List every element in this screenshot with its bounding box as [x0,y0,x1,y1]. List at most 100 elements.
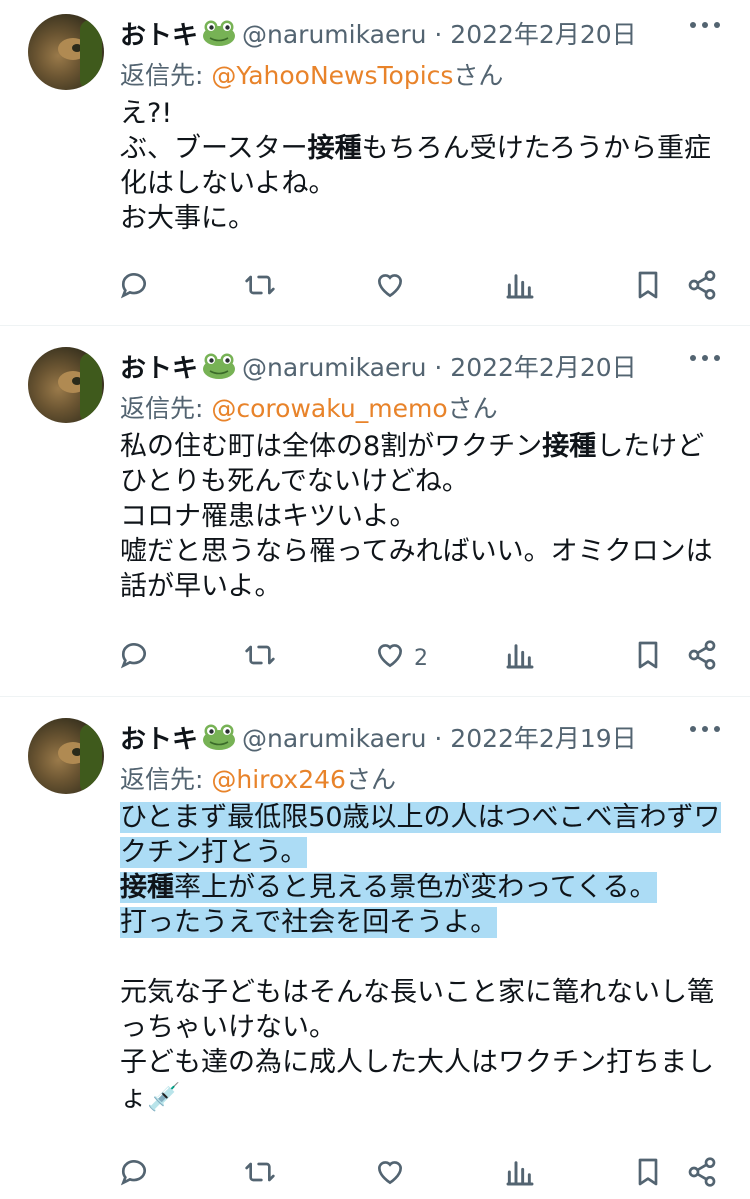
retweet-button[interactable] [244,638,276,678]
retweet-icon [244,1156,276,1194]
text-line: お大事に。 [120,201,711,236]
like-icon [374,269,406,307]
action-bar [0,1155,750,1195]
text-line: 化はしないよね。 [120,166,711,201]
line-content: っちゃいけない。 [120,1012,336,1043]
tweet-divider [0,325,750,326]
text-line: ひとりも死んでないけどね。 [120,464,713,499]
text-segment: 接種 [307,133,362,164]
like-button[interactable] [374,268,414,308]
reply-prefix: 返信先: [120,765,212,794]
retweet-button[interactable] [244,1155,276,1195]
avatar[interactable] [28,14,104,90]
views-icon [504,639,536,677]
action-bar: 2 [0,638,750,678]
reply-to: 返信先: @corowaku_memoさん [120,389,498,425]
text-line: 嘘だと思うなら罹ってみればいい。オミクロンは [120,534,713,569]
frog-emoji [203,353,236,379]
text-line: クチン打とう。 [120,835,721,870]
reply-mention[interactable]: @YahooNewsTopics [211,61,453,90]
tweet-header: おトキ @narumikaeru · 2022年2月20日 [120,347,637,385]
tweet[interactable]: おトキ @narumikaeru · 2022年2月20日返信先: @corowa… [0,333,750,671]
text-line: 私の住む町は全体の8割がワクチン接種したけど [120,429,713,464]
reply-icon [118,639,150,677]
tweet[interactable]: おトキ @narumikaeru · 2022年2月20日返信先: @YahooN… [0,0,750,330]
text-segment: 化はしないよね。 [120,168,336,199]
tweet[interactable]: おトキ @narumikaeru · 2022年2月19日返信先: @hirox2… [0,704,750,1187]
text-segment: ひとまず最低限50歳以上の人はつべこべ言わずワ [120,802,721,833]
line-content: お大事に。 [120,203,255,234]
text-segment: 嘘だと思うなら罹ってみればいい。オミクロンは [120,536,713,567]
retweet-button[interactable] [244,268,276,308]
more-icon[interactable] [690,22,720,28]
share-icon [686,639,718,677]
display-name[interactable]: おトキ [120,348,198,385]
handle-and-date[interactable]: @narumikaeru · 2022年2月20日 [242,348,637,384]
reply-button[interactable] [118,268,150,308]
text-line: っちゃいけない。 [120,1010,721,1045]
reply-suffix: さん [447,394,498,423]
like-count: 2 [414,645,428,671]
views-button[interactable] [504,268,536,308]
avatar[interactable] [28,718,104,794]
bookmark-button[interactable] [632,1155,664,1195]
line-content: 話が早いよ。 [120,571,281,602]
frog-emoji [203,724,236,750]
text-line: 話が早いよ。 [120,569,713,604]
bookmark-icon [632,639,664,677]
text-segment: 私の住む町は全体の8割がワクチン [120,431,543,462]
reply-icon [118,1156,150,1194]
line-content: 元気な子どもはそんな長いこと家に篭れないし篭 [120,977,714,1008]
retweet-icon [244,639,276,677]
reply-button[interactable] [118,638,150,678]
reply-mention[interactable]: @corowaku_memo [211,394,447,423]
line-content: 私の住む町は全体の8割がワクチン接種したけど [120,431,704,462]
like-icon [374,639,406,677]
line-content: クチン打とう。 [120,837,308,868]
avatar[interactable] [28,347,104,423]
reply-mention[interactable]: @hirox246 [211,765,346,794]
tweet-divider [0,696,750,697]
share-icon [686,269,718,307]
handle-and-date[interactable]: @narumikaeru · 2022年2月20日 [242,15,637,51]
line-content: 嘘だと思うなら罹ってみればいい。オミクロンは [120,536,713,567]
line-content: ひとりも死んでないけどね。 [120,466,469,497]
display-name[interactable]: おトキ [120,719,198,756]
text-segment: 接種 [120,872,174,903]
text-segment: 率上がると見える景色が変わってくる。 [174,872,657,903]
reply-to: 返信先: @YahooNewsTopicsさん [120,56,503,92]
views-icon [504,1156,536,1194]
display-name[interactable]: おトキ [120,15,198,52]
share-button[interactable] [686,638,718,678]
bookmark-icon [632,1156,664,1194]
like-button[interactable]: 2 [374,638,428,678]
text-segment: 打ったうえで社会を回そうよ。 [120,907,498,938]
text-segment: 話が早いよ。 [120,571,282,602]
reply-prefix: 返信先: [120,61,212,90]
text-line: ひとまず最低限50歳以上の人はつべこべ言わずワ [120,800,721,835]
views-button[interactable] [504,638,536,678]
text-line: え?! [120,96,711,131]
more-icon[interactable] [690,355,720,361]
line-content: ぶ、ブースター接種もちろん受けたろうから重症 [120,133,711,164]
like-button[interactable] [374,1155,414,1195]
reply-button[interactable] [118,1155,150,1195]
bookmark-button[interactable] [632,638,664,678]
share-button[interactable] [686,268,718,308]
like-icon [374,1156,406,1194]
reply-prefix: 返信先: [120,394,212,423]
reply-suffix: さん [345,765,396,794]
text-segment: したけど [596,431,705,462]
text-segment: 元気な子どもはそんな長いこと家に篭れないし篭 [120,977,714,1008]
text-segment: っちゃいけない。 [120,1012,336,1043]
text-line: コロナ罹患はキツいよ。 [120,499,713,534]
text-line: 子ども達の為に成人した大人はワクチン打ちまし [120,1045,721,1080]
views-button[interactable] [504,1155,536,1195]
tweet-text: 私の住む町は全体の8割がワクチン接種したけど ひとりも死んでないけどね。 コロナ罹患… [120,429,713,604]
bookmark-button[interactable] [632,268,664,308]
text-segment: お大事に。 [120,203,255,234]
more-icon[interactable] [690,726,720,732]
text-segment: ひとりも死んでないけどね。 [120,466,469,497]
share-button[interactable] [686,1155,718,1195]
handle-and-date[interactable]: @narumikaeru · 2022年2月19日 [242,719,637,755]
